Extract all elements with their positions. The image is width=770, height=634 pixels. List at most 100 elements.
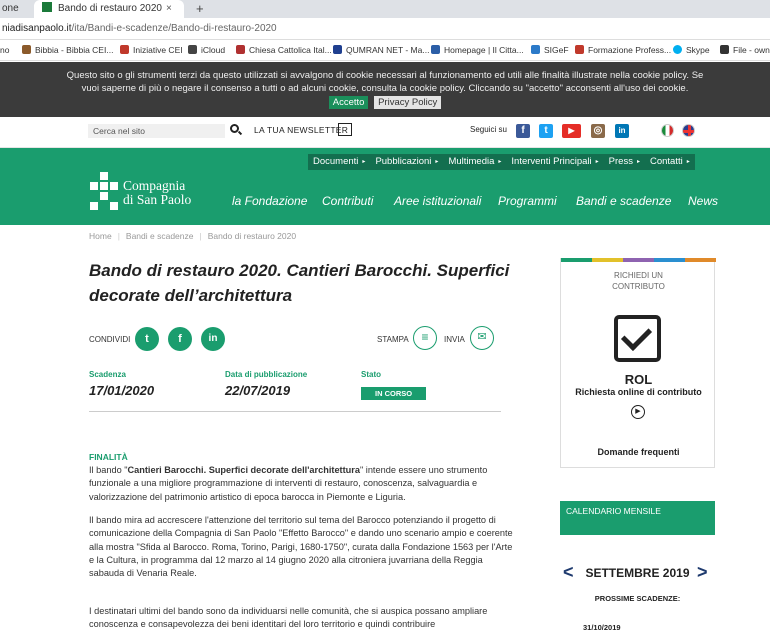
subnav-interventi[interactable]: Interventi Principali xyxy=(506,154,603,170)
bando-name: Cantieri Barocchi. Superfici decorate de… xyxy=(127,465,360,475)
rol-title: ROL xyxy=(624,372,653,387)
page-title: Bando di restauro 2020. Cantieri Barocch… xyxy=(89,261,510,305)
facebook-icon[interactable]: f xyxy=(516,124,530,138)
checkbox-icon xyxy=(614,315,661,362)
italian-flag-icon[interactable] xyxy=(661,124,674,137)
tab-close-icon[interactable]: × xyxy=(166,0,172,18)
paragraph-1: Il bando "Cantieri Barocchi. Superfici d… xyxy=(89,465,488,502)
url-path: /ita/Bandi-e-scadenze/Bando-di-restauro-… xyxy=(71,23,277,34)
english-flag-icon[interactable] xyxy=(682,124,695,137)
arrow-right-icon[interactable]: ▶ xyxy=(631,405,645,419)
secondary-nav: Documenti Pubblicazioni Multimedia Inter… xyxy=(308,154,695,170)
bookmark-7[interactable]: SIGeF xyxy=(531,40,569,60)
calendar-month: SETTEMBRE 2019 xyxy=(585,566,690,580)
logo-text[interactable]: Compagnia di San Paolo xyxy=(123,179,191,207)
subnav-pubblicazioni[interactable]: Pubblicazioni xyxy=(370,154,443,170)
print-label: STAMPA xyxy=(377,335,409,344)
deadline-label: Scadenza xyxy=(89,370,126,379)
bookmark-5[interactable]: QUMRAN NET - Ma... xyxy=(333,40,429,60)
bookmark-9[interactable]: Skype xyxy=(673,40,710,60)
instagram-icon[interactable]: ◎ xyxy=(591,124,605,138)
bookmark-3[interactable]: iCloud xyxy=(188,40,225,60)
bookmark-favicon-icon xyxy=(575,45,584,54)
upcoming-deadlines-label: PROSSIME SCADENZE: xyxy=(594,594,681,603)
subnav-contatti[interactable]: Contatti xyxy=(645,154,695,170)
divider xyxy=(89,411,501,412)
faq-link[interactable]: Domande frequenti xyxy=(561,447,716,457)
tab-active-title: Bando di restauro 2020 xyxy=(58,3,162,14)
newsletter-edit-icon[interactable] xyxy=(338,123,352,136)
bookmark-favicon-icon xyxy=(720,45,729,54)
bookmark-0[interactable]: no xyxy=(0,40,9,60)
bookmark-favicon-icon xyxy=(531,45,540,54)
status-label: Stato xyxy=(361,370,381,379)
rol-card[interactable]: RICHIEDI UN CONTRIBUTO ROL Richiesta onl… xyxy=(560,258,716,468)
share-twitter-icon[interactable]: t xyxy=(135,327,159,351)
apple-icon xyxy=(188,45,197,54)
subnav-press[interactable]: Press xyxy=(604,154,645,170)
bookmark-4[interactable]: Chiesa Cattolica Ital... xyxy=(236,40,332,60)
bookmark-favicon-icon xyxy=(431,45,440,54)
rol-description: Richiesta online di contributo xyxy=(575,387,702,397)
calendar-header: CALENDARIO MENSILE xyxy=(560,501,715,535)
share-linkedin-icon[interactable]: in xyxy=(201,327,225,351)
calendar-next-button[interactable]: > xyxy=(697,563,708,581)
bookmark-1[interactable]: Bibbia - Bibbia CEI... xyxy=(22,40,113,60)
nav-bandi-scadenze[interactable]: Bandi e scadenze xyxy=(576,194,671,208)
nav-contributi[interactable]: Contributi xyxy=(322,194,373,208)
bookmark-6[interactable]: Homepage | Il Citta... xyxy=(431,40,524,60)
nav-programmi[interactable]: Programmi xyxy=(498,194,557,208)
cookie-text-line2: vuoi saperne di più o negare il consenso… xyxy=(81,83,689,94)
subnav-multimedia[interactable]: Multimedia xyxy=(443,154,506,170)
publication-date-label: Data di pubblicazione xyxy=(225,370,308,379)
cookie-banner: Questo sito o gli strumenti terzi da que… xyxy=(0,62,770,117)
status-badge: IN CORSO xyxy=(361,387,426,400)
privacy-policy-button[interactable]: Privacy Policy xyxy=(374,96,442,109)
bookmark-favicon-icon xyxy=(333,45,342,54)
tab-active[interactable]: Bando di restauro 2020 xyxy=(34,0,184,18)
search-icon[interactable] xyxy=(230,124,239,133)
site-header: Documenti Pubblicazioni Multimedia Inter… xyxy=(0,148,770,225)
youtube-icon[interactable]: ▶ xyxy=(562,124,581,138)
color-stripe xyxy=(561,258,716,262)
send-label: INVIA xyxy=(444,335,465,344)
print-icon[interactable]: ≡ xyxy=(413,326,437,350)
request-contribution-label: RICHIEDI UN CONTRIBUTO xyxy=(612,271,665,291)
follow-label: Seguici su xyxy=(470,125,507,134)
publication-date-value: 22/07/2019 xyxy=(225,383,291,398)
new-tab-button[interactable]: + xyxy=(196,0,204,18)
nav-fondazione[interactable]: la Fondazione xyxy=(232,194,307,208)
logo-icon[interactable] xyxy=(90,172,118,210)
search-input[interactable]: Cerca nel sito xyxy=(88,124,225,138)
bookmark-favicon-icon xyxy=(22,45,31,54)
skype-icon xyxy=(673,45,682,54)
paragraph-2: Il bando mira ad accrescere l'attenzione… xyxy=(89,515,513,579)
twitter-icon[interactable]: t xyxy=(539,124,553,138)
bookmark-2[interactable]: Iniziative CEI xyxy=(120,40,183,60)
breadcrumb-bandi[interactable]: Bandi e scadenze xyxy=(126,231,194,241)
newsletter-link[interactable]: LA TUA NEWSLETTER xyxy=(254,125,348,135)
share-label: CONDIVIDI xyxy=(89,335,131,344)
accept-cookies-button[interactable]: Accetto xyxy=(328,96,369,109)
tab-previous[interactable]: one xyxy=(0,0,30,18)
nav-news[interactable]: News xyxy=(688,194,718,208)
bookmark-10[interactable]: File - own xyxy=(720,40,770,60)
deadline-value: 17/01/2020 xyxy=(89,383,155,398)
breadcrumb-current: Bando di restauro 2020 xyxy=(207,231,297,241)
browser-tab-bar: one Bando di restauro 2020 × + xyxy=(0,0,770,18)
section-heading: FINALITÀ xyxy=(89,452,128,462)
address-bar[interactable]: niadisanpaolo.it/ita/Bandi-e-scadenze/Ba… xyxy=(0,18,770,40)
bookmarks-bar: no Bibbia - Bibbia CEI... Iniziative CEI… xyxy=(0,40,770,61)
breadcrumb-home[interactable]: Home xyxy=(89,231,112,241)
bookmark-8[interactable]: Formazione Profess... xyxy=(575,40,671,60)
linkedin-icon[interactable]: in xyxy=(615,124,629,138)
url-domain: niadisanpaolo.it xyxy=(2,23,72,34)
site-favicon-icon xyxy=(42,2,52,12)
share-facebook-icon[interactable]: f xyxy=(168,327,192,351)
bookmark-favicon-icon xyxy=(236,45,245,54)
cookie-text-line1: Questo sito o gli strumenti terzi da que… xyxy=(66,70,704,81)
nav-aree-istituzionali[interactable]: Aree istituzionali xyxy=(394,194,481,208)
email-icon[interactable]: ✉ xyxy=(470,326,494,350)
subnav-documenti[interactable]: Documenti xyxy=(308,154,370,170)
deadline-date[interactable]: 31/10/2019 xyxy=(583,623,621,632)
